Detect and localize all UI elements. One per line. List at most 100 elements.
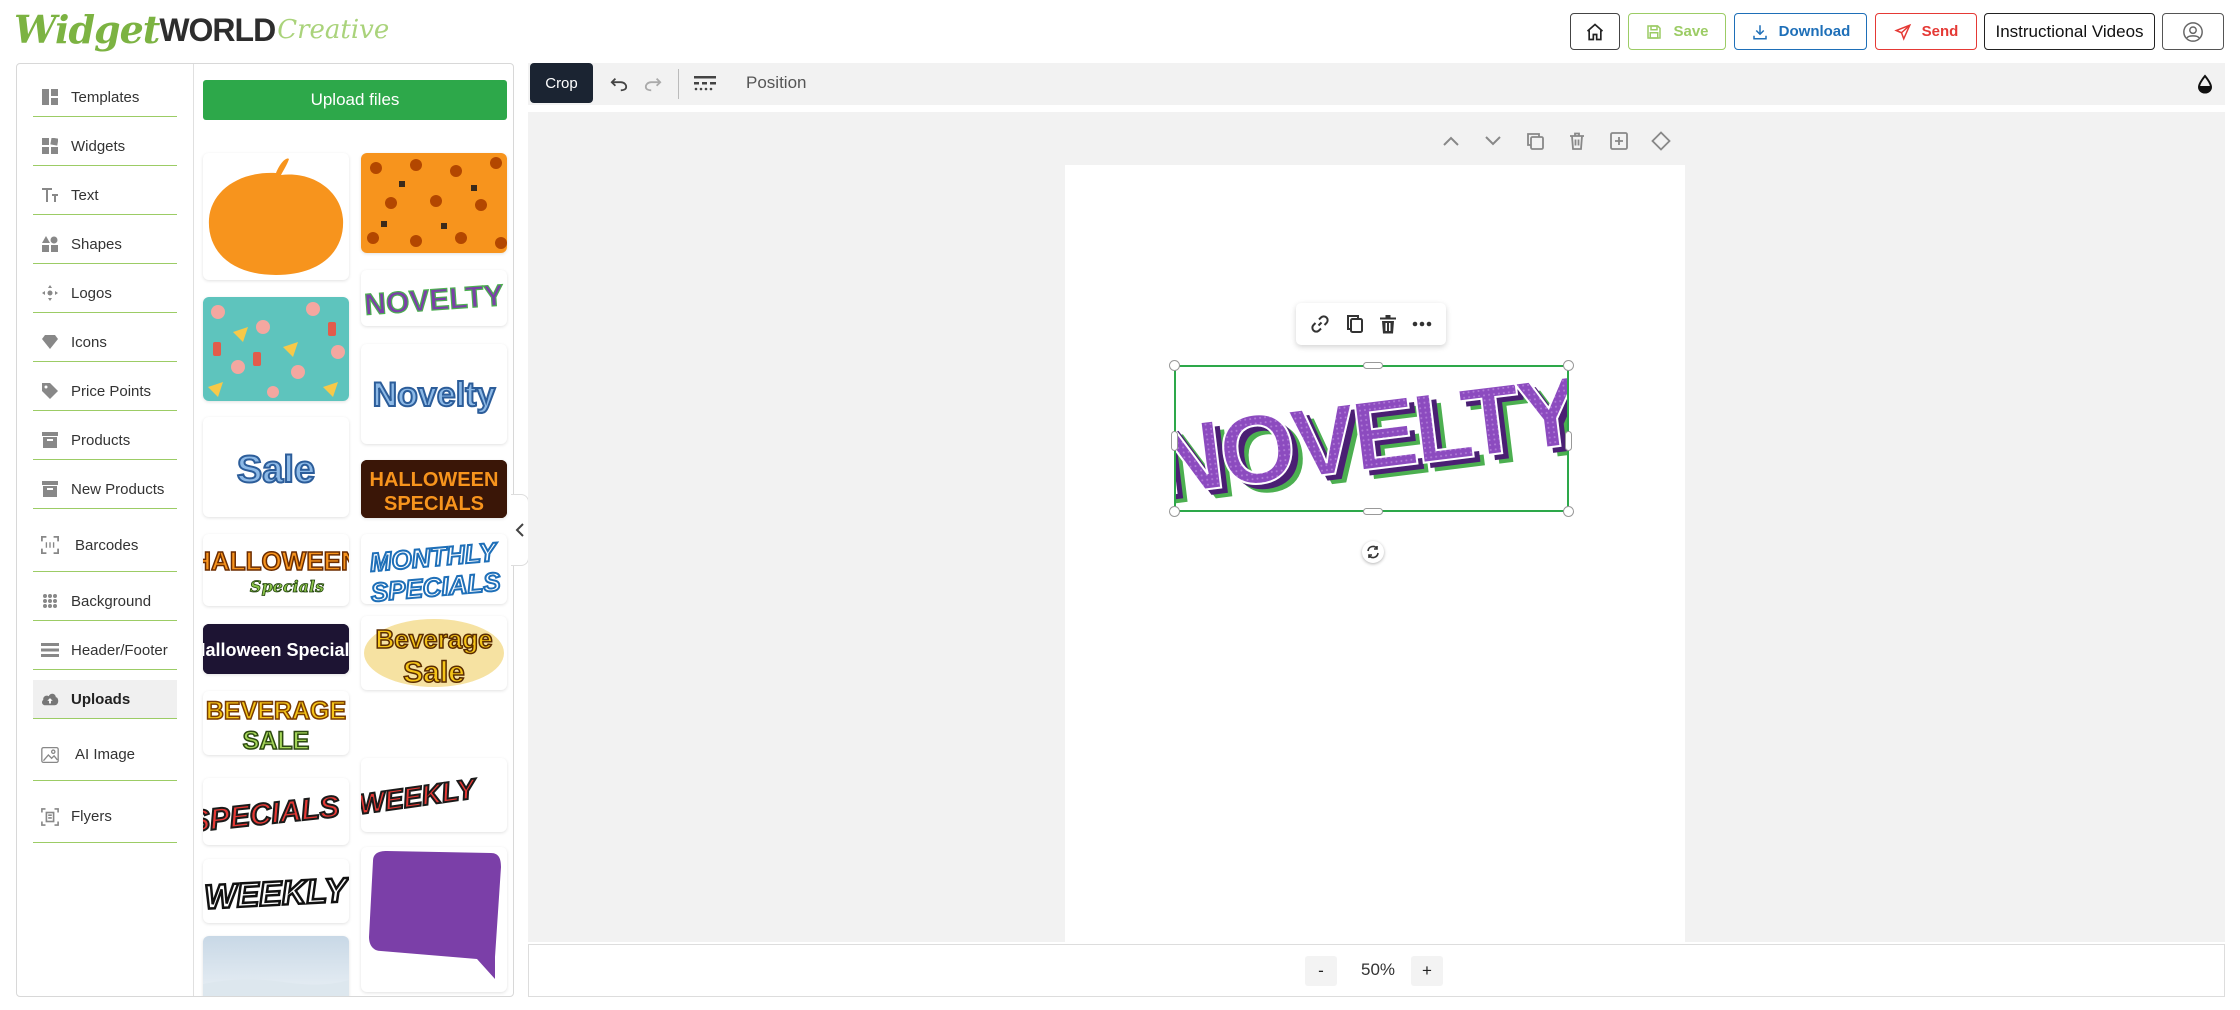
sidebar-item-widgets[interactable]: Widgets bbox=[33, 127, 177, 166]
sidebar-item-templates[interactable]: Templates bbox=[33, 78, 177, 117]
home-button[interactable] bbox=[1570, 13, 1620, 50]
more-icon[interactable] bbox=[1412, 321, 1432, 327]
archive-icon bbox=[41, 480, 59, 498]
resize-handle-top-left[interactable] bbox=[1169, 360, 1180, 371]
selected-element-novelty[interactable]: NOVELTY NOVELTY NOVELTY bbox=[1174, 365, 1569, 512]
rotate-icon bbox=[1366, 545, 1380, 559]
sidebar-item-text[interactable]: Text bbox=[33, 176, 177, 215]
sidebar-item-background[interactable]: Background bbox=[33, 582, 177, 621]
crop-button[interactable]: Crop bbox=[530, 63, 593, 103]
app-logo[interactable]: Widget WORLD Creative bbox=[14, 8, 389, 52]
send-icon bbox=[1893, 23, 1912, 41]
copy-icon[interactable] bbox=[1346, 314, 1364, 334]
sidebar-item-header-footer[interactable]: Header/Footer bbox=[33, 631, 177, 670]
color-fill-icon bbox=[2197, 74, 2213, 94]
copy-icon bbox=[1526, 132, 1544, 150]
resize-handle-bottom-left[interactable] bbox=[1169, 506, 1180, 517]
upload-tile-halloween-pattern[interactable] bbox=[361, 153, 507, 253]
resize-handle-left[interactable] bbox=[1171, 431, 1178, 451]
svg-text:HALLOWEEN: HALLOWEEN bbox=[203, 546, 349, 576]
sidebar-item-label: Shapes bbox=[71, 235, 122, 253]
trash-icon[interactable] bbox=[1380, 314, 1396, 334]
novelty-text: NOVELTY bbox=[1176, 367, 1567, 510]
move-page-down-button[interactable] bbox=[1482, 130, 1504, 152]
duplicate-page-button[interactable] bbox=[1524, 130, 1546, 152]
sidebar-item-price-points[interactable]: Price Points bbox=[33, 372, 177, 411]
sidebar-item-logos[interactable]: Logos bbox=[33, 274, 177, 313]
resize-handle-bottom[interactable] bbox=[1363, 508, 1383, 515]
sidebar-item-icons[interactable]: Icons bbox=[33, 323, 177, 362]
rotate-handle[interactable] bbox=[1362, 541, 1384, 563]
upload-tile-food-pattern[interactable] bbox=[203, 297, 349, 401]
upload-tile-pumpkin[interactable] bbox=[203, 153, 349, 280]
account-button[interactable] bbox=[2162, 13, 2224, 50]
send-label: Send bbox=[1921, 23, 1959, 40]
sidebar-item-ai-image[interactable]: AI Image bbox=[33, 729, 177, 781]
svg-text:BEVERAGE: BEVERAGE bbox=[206, 697, 346, 725]
sidebar-item-label: New Products bbox=[71, 480, 165, 498]
sidebar-item-label: Text bbox=[71, 186, 99, 204]
sidebar-item-label: Widgets bbox=[71, 137, 126, 155]
upload-tile-halloween-specials-purple[interactable]: Halloween Specials bbox=[203, 624, 349, 674]
logo-creative-text: Creative bbox=[277, 15, 390, 45]
zoom-out-button[interactable]: - bbox=[1305, 956, 1337, 986]
redo-button[interactable] bbox=[642, 73, 664, 95]
upload-tile-beverage-sale-yellow[interactable]: BEVERAGE SALE bbox=[203, 691, 349, 755]
delete-page-button[interactable] bbox=[1566, 130, 1588, 152]
color-fill-button[interactable] bbox=[2194, 73, 2216, 95]
download-icon bbox=[1751, 23, 1769, 41]
upload-tile-sky-photo[interactable] bbox=[203, 936, 349, 996]
tile-text: WEEKLY bbox=[203, 871, 349, 917]
sidebar-item-products[interactable]: Products bbox=[33, 421, 177, 460]
sidebar-item-label: Templates bbox=[71, 88, 140, 106]
upload-tile-specials-red[interactable]: SPECIALS bbox=[203, 778, 349, 845]
sidebar-item-label: Price Points bbox=[71, 382, 152, 400]
sidebar-item-shapes[interactable]: Shapes bbox=[33, 225, 177, 264]
resize-handle-top[interactable] bbox=[1363, 362, 1383, 369]
page-style-button[interactable] bbox=[1650, 130, 1672, 152]
upload-tile-novelty-purple[interactable]: NOVELTY bbox=[361, 270, 507, 326]
save-button[interactable]: Save bbox=[1628, 13, 1726, 50]
add-page-button[interactable] bbox=[1608, 130, 1630, 152]
sidebar-item-label: AI Image bbox=[75, 746, 136, 763]
sidebar-item-flyers[interactable]: Flyers bbox=[33, 791, 177, 843]
upload-tile-weekly-white[interactable]: WEEKLY bbox=[203, 859, 349, 923]
app-header: Widget WORLD Creative Save Download Send… bbox=[0, 0, 2240, 62]
upload-files-button[interactable]: Upload files bbox=[203, 80, 507, 120]
resize-handle-right[interactable] bbox=[1565, 431, 1572, 451]
position-button[interactable]: Position bbox=[746, 73, 806, 93]
resize-handle-top-right[interactable] bbox=[1563, 360, 1574, 371]
sidebar-item-label: Logos bbox=[71, 284, 112, 302]
upload-tile-monthly-specials[interactable]: MONTHLY SPECIALS bbox=[361, 534, 507, 604]
upload-tile-novelty-blue[interactable]: Novelty bbox=[361, 344, 507, 444]
logo-world-text: WORLD bbox=[159, 12, 276, 48]
canvas-area bbox=[528, 112, 2225, 942]
upload-tile-sale[interactable]: Sale bbox=[203, 417, 349, 517]
move-page-up-button[interactable] bbox=[1440, 130, 1462, 152]
upload-tile-halloween-specials-dark[interactable]: HALLOWEEN SPECIALS bbox=[361, 460, 507, 518]
resize-handle-bottom-right[interactable] bbox=[1563, 506, 1574, 517]
svg-text:Sale: Sale bbox=[403, 656, 465, 689]
upload-tile-speech-bubble[interactable] bbox=[361, 847, 507, 992]
svg-text:SPECIALS: SPECIALS bbox=[384, 493, 484, 515]
svg-text:SALE: SALE bbox=[243, 727, 310, 755]
upload-tile-halloween-specials-orange[interactable]: HALLOWEENSpecials bbox=[203, 534, 349, 606]
sidebar-item-barcodes[interactable]: Barcodes bbox=[33, 519, 177, 572]
upload-tile-beverage-sale-badge[interactable]: Beverage Sale bbox=[361, 616, 507, 690]
line-style-button[interactable] bbox=[694, 73, 716, 95]
home-icon bbox=[1585, 22, 1605, 42]
sidebar-item-label: Uploads bbox=[71, 690, 131, 708]
link-icon[interactable] bbox=[1310, 314, 1330, 334]
zoom-bar: - 50% + bbox=[528, 944, 2225, 997]
editor-toolbar: Crop Position bbox=[528, 63, 2225, 105]
sidebar-item-uploads[interactable]: Uploads bbox=[33, 680, 177, 719]
send-button[interactable]: Send bbox=[1875, 13, 1977, 50]
sidebar-item-new-products[interactable]: New Products bbox=[33, 470, 177, 509]
tile-text: NOVELTY bbox=[363, 279, 504, 322]
download-button[interactable]: Download bbox=[1734, 13, 1867, 50]
undo-button[interactable] bbox=[608, 73, 630, 95]
zoom-in-button[interactable]: + bbox=[1411, 956, 1443, 986]
collapse-panel-button[interactable] bbox=[511, 494, 529, 566]
upload-tile-weekly-red[interactable]: WEEKLY bbox=[361, 758, 507, 832]
instructional-videos-button[interactable]: Instructional Videos bbox=[1984, 13, 2155, 50]
